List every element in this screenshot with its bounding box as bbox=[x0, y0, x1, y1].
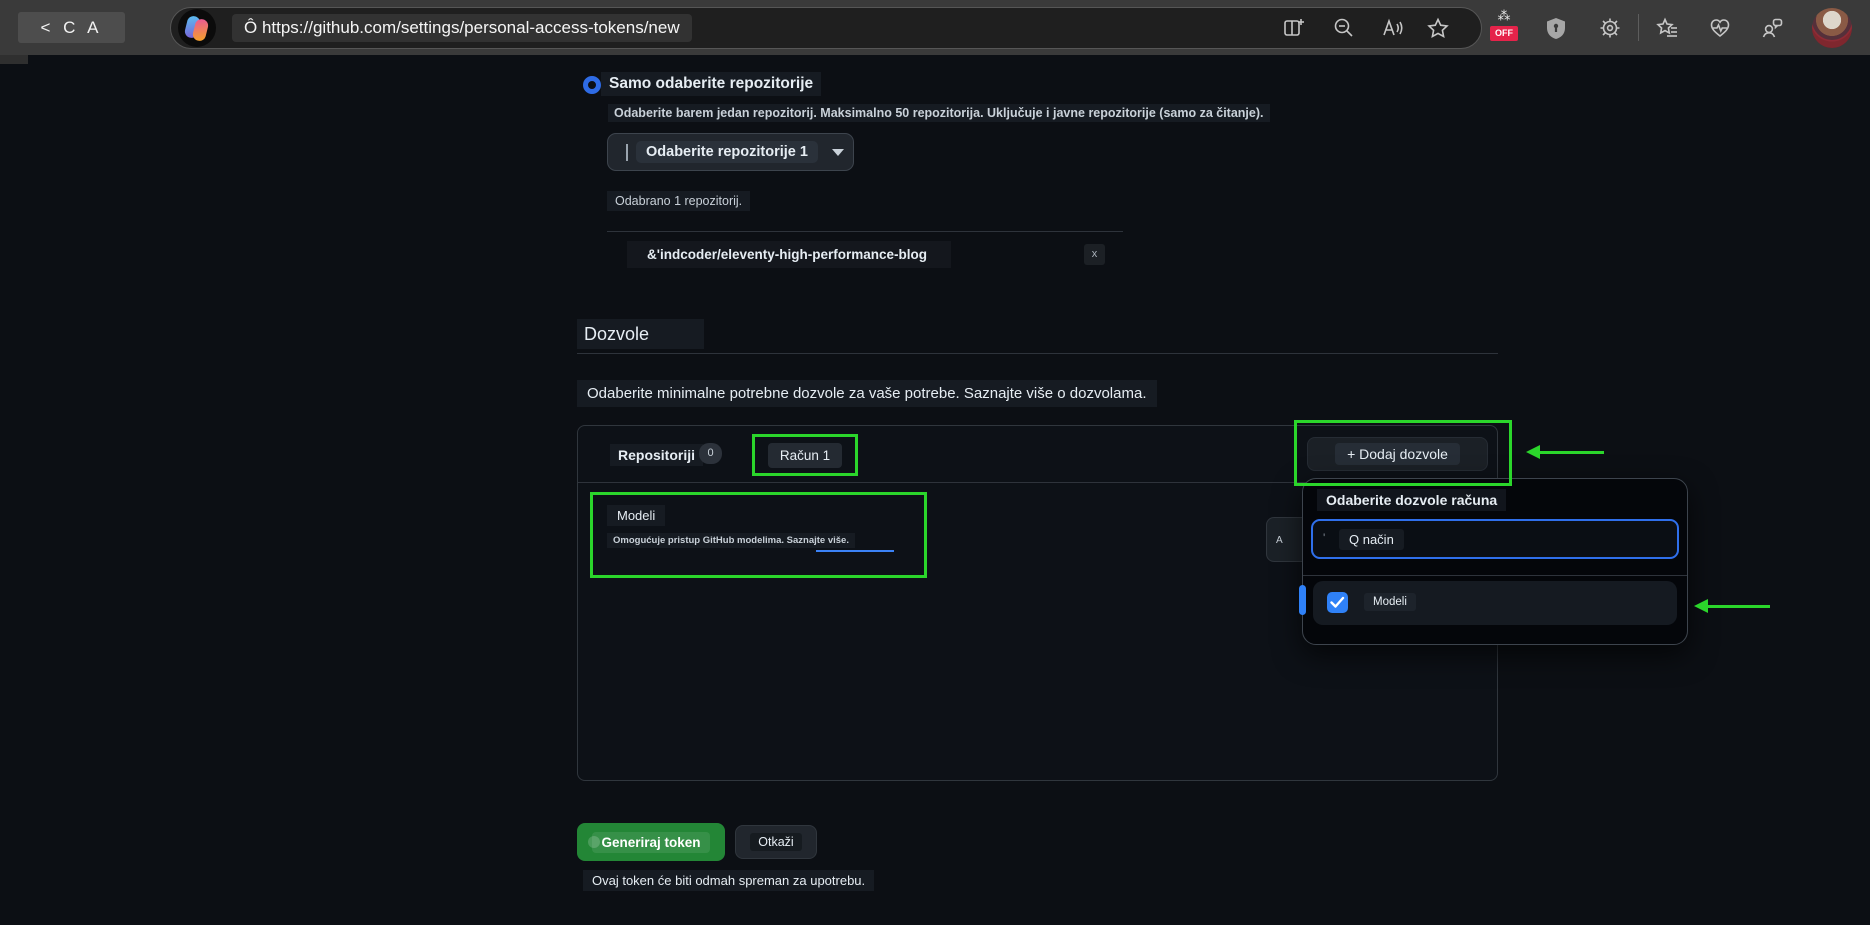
tab-repositories-badge: 0 bbox=[699, 443, 722, 464]
toolbar-divider bbox=[1638, 14, 1639, 41]
models-permission-description: Omogućuje pristup GitHub modelima. Sazna… bbox=[607, 533, 855, 548]
only-select-repositories-label: Samo odaberite repozitorije bbox=[601, 72, 822, 96]
permissions-subtitle: Odaberite minimalne potrebne dozvole za … bbox=[577, 380, 1157, 407]
tracking-shield-icon[interactable] bbox=[1544, 16, 1568, 40]
cancel-button[interactable]: Otkaži bbox=[735, 825, 817, 859]
remove-repo-button[interactable]: x bbox=[1084, 244, 1105, 265]
copilot-logo[interactable] bbox=[178, 9, 216, 47]
repo-list-divider bbox=[607, 231, 1123, 232]
sparkle-icon: ⁂ bbox=[1497, 8, 1511, 23]
learn-more-link-underline[interactable] bbox=[816, 550, 894, 552]
generate-token-label: Generiraj token bbox=[592, 831, 710, 853]
browser-toolbar: < C A Ô https://github.com/settings/pers… bbox=[0, 0, 1870, 55]
browser-nav-buttons[interactable]: < C A bbox=[18, 12, 125, 43]
select-repositories-label: Odaberite repozitorije 1 bbox=[636, 141, 818, 163]
token-ready-note: Ovaj token će biti odmah spreman za upot… bbox=[583, 870, 875, 891]
check-icon bbox=[1330, 596, 1345, 608]
permissions-divider bbox=[577, 353, 1498, 354]
cancel-label: Otkaži bbox=[750, 833, 802, 851]
chevron-down-icon bbox=[831, 148, 844, 156]
tab-account[interactable]: Račun 1 bbox=[768, 443, 842, 468]
read-aloud-icon[interactable] bbox=[1380, 16, 1404, 40]
window-edge bbox=[0, 55, 28, 64]
models-permission-title: Modeli bbox=[607, 505, 666, 526]
button-shine bbox=[588, 836, 600, 848]
models-option-row[interactable]: Modeli bbox=[1313, 581, 1677, 625]
search-input-value: Q način bbox=[1339, 529, 1404, 550]
annotation-arrowhead-add-permissions bbox=[1526, 445, 1540, 459]
selected-option-accent bbox=[1299, 585, 1306, 615]
repo-access-hint: Odaberite barem jedan repozitorij. Maksi… bbox=[608, 104, 1270, 122]
add-permissions-label: + Dodaj dozvole bbox=[1335, 443, 1460, 465]
only-select-repositories-radio[interactable] bbox=[583, 76, 601, 94]
models-option-label: Modeli bbox=[1364, 593, 1416, 611]
settings-gear-icon[interactable] bbox=[1598, 16, 1622, 40]
selected-repo-name: &'indcoder/eleventy-high-performance-blo… bbox=[627, 241, 951, 268]
annotation-arrowhead-models-option bbox=[1694, 599, 1708, 613]
split-screen-icon[interactable] bbox=[1282, 16, 1306, 40]
user-avatar[interactable] bbox=[1812, 8, 1852, 48]
account-permissions-popup: Odaberite dozvole računa ' Q način Model… bbox=[1302, 478, 1688, 645]
favorite-star-icon[interactable] bbox=[1426, 16, 1450, 40]
selected-count-text: Odabrano 1 repozitorij. bbox=[607, 191, 751, 211]
browser-health-icon[interactable] bbox=[1708, 16, 1732, 40]
url-text[interactable]: Ô https://github.com/settings/personal-a… bbox=[232, 14, 692, 42]
search-icon: ' bbox=[1323, 531, 1326, 545]
add-permissions-button[interactable]: + Dodaj dozvole bbox=[1307, 437, 1488, 471]
annotation-arrow-add-permissions bbox=[1540, 451, 1604, 454]
annotation-arrow-models-option bbox=[1708, 605, 1770, 608]
tab-repositories[interactable]: Repositoriji bbox=[610, 444, 704, 466]
repo-icon bbox=[626, 143, 628, 161]
zoom-out-icon[interactable] bbox=[1332, 16, 1356, 40]
favorites-list-icon[interactable] bbox=[1656, 16, 1680, 40]
popup-divider bbox=[1303, 575, 1687, 576]
popup-title: Odaberite dozvole računa bbox=[1317, 489, 1507, 511]
screenshot-root: < C A Ô https://github.com/settings/pers… bbox=[0, 0, 1870, 925]
profile-chat-icon[interactable] bbox=[1760, 16, 1784, 40]
permission-search-input[interactable]: ' Q način bbox=[1311, 519, 1679, 559]
select-repositories-button[interactable]: Odaberite repozitorije 1 bbox=[607, 133, 854, 171]
permissions-heading: Dozvole bbox=[577, 319, 704, 349]
shopping-off-icon[interactable]: ⁂ OFF bbox=[1490, 8, 1518, 44]
models-checkbox[interactable] bbox=[1327, 592, 1348, 613]
off-badge-label: OFF bbox=[1490, 26, 1518, 41]
